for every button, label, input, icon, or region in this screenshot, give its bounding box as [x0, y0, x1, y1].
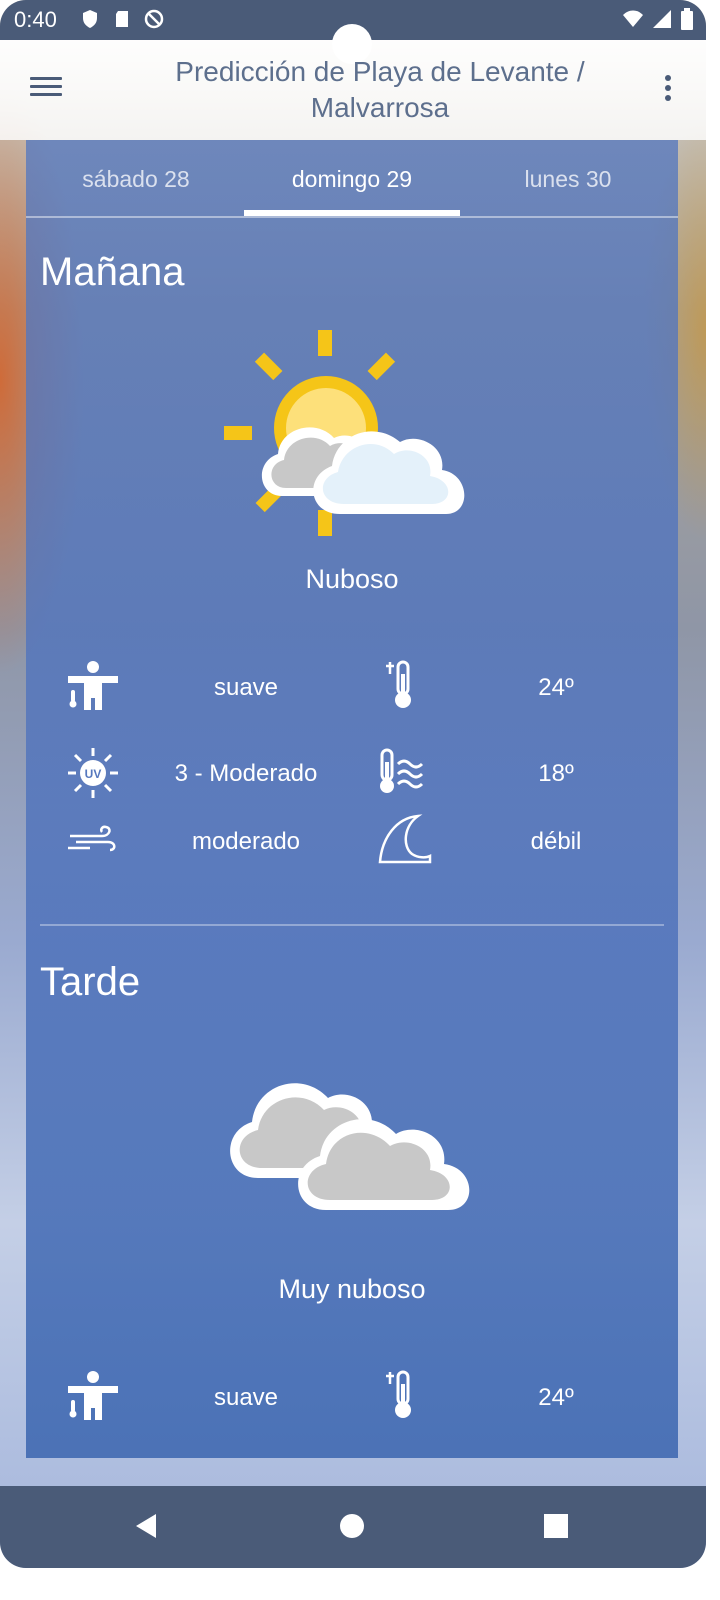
- morning-uv-value: 3 - Moderado: [174, 760, 318, 787]
- more-options-button[interactable]: [656, 72, 680, 108]
- active-tab-indicator: [244, 210, 460, 216]
- signal-icon: [653, 10, 671, 28]
- system-nav-bar: [0, 1486, 706, 1568]
- wifi-icon: [623, 10, 643, 27]
- app-bar: Predicción de Playa de Levante / Malvarr…: [0, 40, 706, 140]
- more-vert-icon: [665, 75, 671, 81]
- thermal-sensation-icon: [68, 661, 118, 710]
- hamburger-menu-icon: [30, 77, 62, 80]
- afternoon-condition: Muy nuboso: [278, 1274, 426, 1304]
- morning-condition: Nuboso: [305, 564, 399, 594]
- section-divider: [40, 924, 664, 926]
- morning-title: Mañana: [40, 250, 185, 294]
- battery-icon: [681, 8, 693, 30]
- phone-screen: 0:40 Predicción de Playa de Levante / Ma…: [0, 0, 706, 1568]
- status-time: 0:40: [14, 7, 57, 32]
- back-icon[interactable]: [126, 1506, 166, 1546]
- shield-icon: [83, 10, 97, 28]
- afternoon-air-temp-value: 24º: [538, 1384, 574, 1411]
- status-right-icons: [622, 8, 694, 30]
- afternoon-thermal-value: suave: [213, 1384, 279, 1411]
- water-temperature-icon: [380, 748, 424, 793]
- morning-wind-value: moderado: [191, 828, 301, 855]
- air-temperature-icon: [386, 660, 411, 708]
- uv-index-icon: UV: [68, 748, 118, 798]
- menu-button[interactable]: [26, 72, 66, 108]
- svg-text:UV: UV: [85, 767, 102, 781]
- waves-icon: [378, 814, 432, 864]
- wind-icon: [68, 825, 116, 852]
- morning-water-temp-value: 18º: [538, 760, 574, 787]
- morning-thermal-value: suave: [213, 674, 279, 701]
- tab-domingo[interactable]: domingo 29: [244, 166, 460, 193]
- sd-card-icon: [116, 11, 128, 27]
- page-title: Predicción de Playa de Levante / Malvarr…: [175, 56, 585, 123]
- tab-sabado[interactable]: sábado 28: [28, 166, 244, 193]
- status-left-icons: [80, 9, 164, 29]
- no-disturb-icon: [144, 9, 164, 29]
- home-icon[interactable]: [332, 1506, 372, 1546]
- morning-air-temp-value: 24º: [538, 674, 574, 701]
- partly-cloudy-icon: [224, 330, 465, 536]
- forecast-panel[interactable]: sábado 28 domingo 29 lunes 30 Mañana Nub: [26, 140, 678, 1458]
- afternoon-title: Tarde: [40, 960, 141, 1004]
- recents-icon[interactable]: [536, 1506, 576, 1546]
- very-cloudy-icon: [230, 1083, 470, 1210]
- air-temperature-icon: [386, 1370, 411, 1418]
- tab-lunes[interactable]: lunes 30: [460, 166, 676, 193]
- day-tabs: sábado 28 domingo 29 lunes 30: [26, 140, 678, 218]
- thermal-sensation-icon: [68, 1371, 118, 1420]
- morning-waves-value: débil: [530, 828, 582, 855]
